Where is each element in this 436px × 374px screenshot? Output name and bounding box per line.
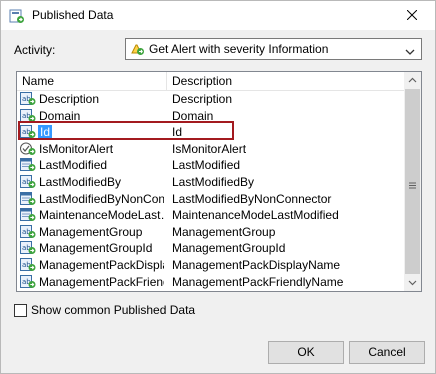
row-name: MaintenanceModeLast… bbox=[39, 208, 164, 223]
list-row[interactable]: abManagementPackFriend… ManagementPackFri… bbox=[17, 274, 405, 291]
datetime-property-icon bbox=[20, 208, 36, 222]
row-description: ManagementPackFriendlyName bbox=[172, 274, 344, 289]
column-header-description[interactable]: Description bbox=[172, 74, 232, 88]
activity-dropdown[interactable]: Get Alert with severity Information bbox=[125, 38, 422, 60]
row-description: Description bbox=[172, 92, 233, 106]
window-title: Published Data bbox=[32, 8, 114, 22]
list-row[interactable]: ab ManagementGroupId ManagementGroupId bbox=[17, 240, 405, 257]
published-data-dialog: Published Data Activity: Get Alert with … bbox=[0, 0, 436, 374]
row-description: LastModifiedByNonConnector bbox=[172, 191, 332, 206]
scroll-thumb[interactable] bbox=[405, 89, 420, 274]
activity-label: Activity: bbox=[14, 43, 56, 57]
scroll-up-arrow-icon[interactable] bbox=[404, 72, 421, 89]
row-description: LastModified bbox=[172, 158, 241, 173]
list-row[interactable]: ab Description Description bbox=[17, 91, 405, 108]
list-row[interactable]: LastModifiedByNonCon… LastModifiedByNonCo… bbox=[17, 191, 405, 208]
text-property-icon: ab bbox=[20, 174, 36, 189]
row-description: IsMonitorAlert bbox=[172, 141, 247, 156]
show-common-label: Show common Published Data bbox=[31, 303, 196, 317]
column-divider[interactable] bbox=[166, 72, 167, 90]
activity-selected-value: Get Alert with severity Information bbox=[149, 42, 329, 56]
row-name: IsMonitorAlert bbox=[39, 141, 114, 156]
boolean-property-icon bbox=[20, 142, 36, 156]
row-name: Description bbox=[39, 92, 100, 106]
text-property-icon: ab bbox=[20, 241, 36, 255]
published-data-icon bbox=[9, 8, 25, 24]
chevron-down-icon bbox=[405, 45, 415, 55]
text-property-icon: ab bbox=[20, 92, 36, 106]
datetime-property-icon bbox=[20, 158, 36, 172]
list-row[interactable]: IsMonitorAlert IsMonitorAlert bbox=[17, 141, 405, 158]
grip-icon bbox=[409, 178, 416, 189]
list-row[interactable]: LastModified LastModified bbox=[17, 157, 405, 174]
text-property-icon: ab bbox=[20, 257, 36, 272]
row-name: ManagementPackDispla… bbox=[39, 257, 164, 272]
row-name: LastModified bbox=[39, 158, 108, 173]
list-row[interactable]: ab LastModifiedBy LastModifiedBy bbox=[17, 174, 405, 191]
datetime-property-icon bbox=[20, 191, 36, 206]
column-header-name[interactable]: Name bbox=[22, 74, 165, 88]
list-row[interactable]: abManagementPackDispla… ManagementPackDis… bbox=[17, 257, 405, 274]
list-row[interactable]: ab ManagementGroup ManagementGroup bbox=[17, 224, 405, 241]
row-name: ManagementPackFriend… bbox=[39, 274, 164, 289]
show-common-checkbox[interactable] bbox=[14, 304, 27, 317]
title-bar: Published Data bbox=[1, 1, 435, 30]
scroll-down-arrow-icon[interactable] bbox=[404, 274, 421, 291]
row-description: ManagementGroup bbox=[172, 224, 276, 239]
published-data-list[interactable]: Name Description ab Description Descriptio… bbox=[16, 71, 422, 292]
text-property-icon: ab bbox=[20, 274, 36, 289]
row-description: ManagementPackDisplayName bbox=[172, 257, 341, 272]
cancel-button[interactable]: Cancel bbox=[349, 341, 425, 364]
row-name: LastModifiedByNonCon… bbox=[39, 191, 164, 206]
close-button[interactable] bbox=[389, 1, 435, 30]
row-name: LastModifiedBy bbox=[39, 174, 122, 189]
list-header: Name Description bbox=[17, 72, 405, 91]
highlight-annotation bbox=[18, 121, 234, 140]
close-icon bbox=[406, 9, 418, 23]
row-description: LastModifiedBy bbox=[172, 174, 255, 189]
row-name: ManagementGroupId bbox=[39, 241, 153, 256]
get-alert-icon bbox=[131, 42, 145, 56]
list-row[interactable]: MaintenanceModeLast… MaintenanceModeLastM… bbox=[17, 207, 405, 224]
vertical-scrollbar[interactable] bbox=[404, 72, 421, 291]
row-name: ManagementGroup bbox=[39, 224, 143, 239]
row-description: MaintenanceModeLastModified bbox=[172, 208, 339, 223]
row-description: ManagementGroupId bbox=[172, 241, 286, 256]
ok-button[interactable]: OK bbox=[268, 341, 344, 364]
text-property-icon: ab bbox=[20, 224, 36, 239]
